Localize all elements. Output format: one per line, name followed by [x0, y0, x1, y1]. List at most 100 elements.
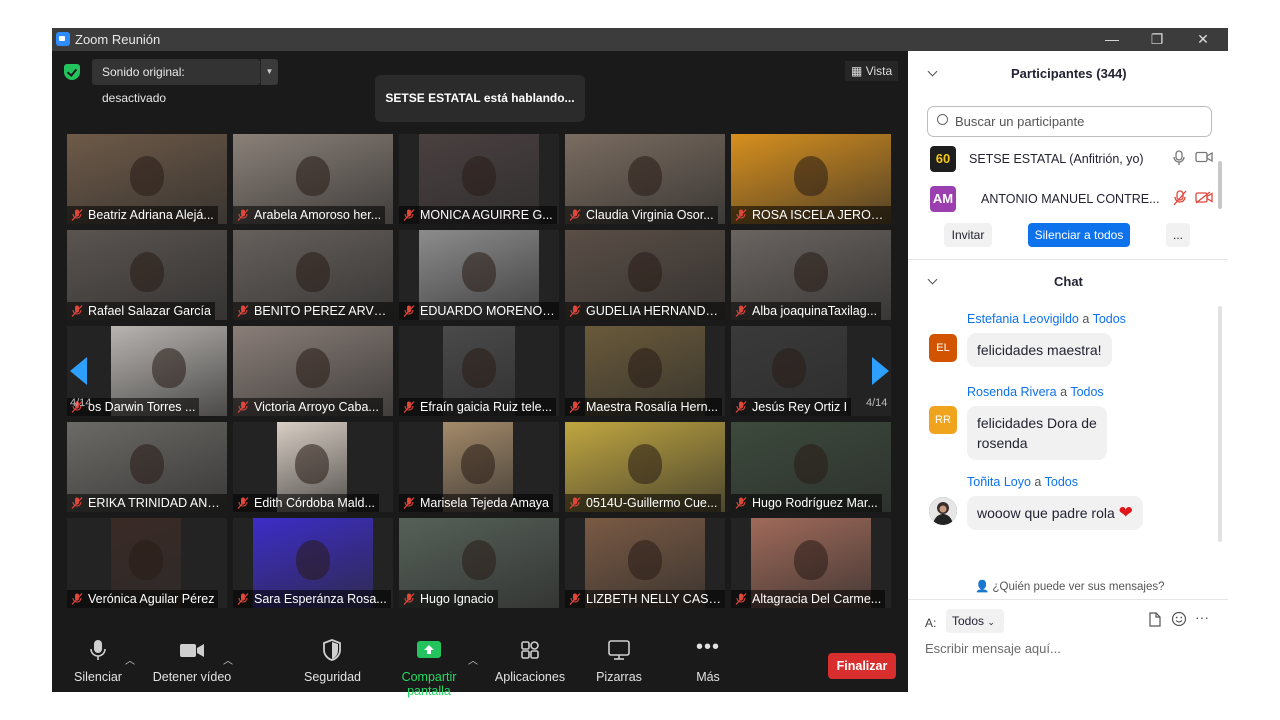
participant-search-input[interactable]: Buscar un participante: [927, 106, 1212, 137]
chat-sender[interactable]: Rosenda Rivera: [967, 385, 1057, 399]
chat-message-line: felicidades Dora de: [977, 415, 1097, 431]
apps-icon: [492, 638, 568, 662]
apps-button[interactable]: Aplicaciones: [492, 638, 568, 684]
muted-mic-icon: [403, 305, 415, 317]
chat-message-header: Estefania Leovigildo a Todos: [967, 312, 1126, 326]
video-tile[interactable]: Victoria Arroyo Caba...: [233, 326, 393, 416]
chat-to-word: a: [1060, 385, 1068, 399]
participant-name-label: Rafael Salazar García: [67, 302, 215, 320]
participant-avatar: AM: [930, 186, 956, 212]
chat-recipient[interactable]: Todos: [1093, 312, 1126, 326]
chat-message-bubble[interactable]: felicidades Dora de rosenda: [967, 406, 1107, 460]
share-screen-button[interactable]: Compartir pantalla: [379, 638, 479, 698]
participant-silhouette: [462, 540, 496, 580]
security-button[interactable]: Seguridad: [304, 638, 361, 684]
stop-video-button[interactable]: Detener vídeo: [152, 638, 232, 684]
chat-compose-input[interactable]: Escribir mensaje aquí...: [925, 641, 1061, 656]
video-tile[interactable]: MONICA AGUIRRE G...: [399, 134, 559, 224]
muted-mic-icon: [569, 497, 581, 509]
participant-silhouette: [628, 348, 662, 388]
video-tile[interactable]: Marisela Tejeda Amaya: [399, 422, 559, 512]
share-options-caret-icon[interactable]: ︿: [468, 652, 478, 667]
recipient-dropdown[interactable]: Todos ⌄: [946, 609, 1004, 633]
video-tile[interactable]: Hugo Ignacio: [399, 518, 559, 608]
video-tile[interactable]: Edith Córdoba Mald...: [233, 422, 393, 512]
original-sound-dropdown[interactable]: ▼: [260, 59, 278, 85]
participant-name-label: ERIKA TRINIDAD AND...: [67, 494, 227, 512]
who-can-see-link[interactable]: 👤 ¿Quién puede ver sus mensajes?: [975, 579, 1165, 593]
prev-page-arrow-icon[interactable]: [70, 357, 87, 385]
participant-silhouette: [462, 348, 496, 388]
video-tile[interactable]: GUDELIA HERNANDE...: [565, 230, 725, 320]
more-button[interactable]: ••• Más: [688, 637, 728, 684]
muted-mic-icon: [71, 305, 83, 317]
next-page-arrow-icon[interactable]: [872, 357, 889, 385]
chat-scrollbar[interactable]: [1218, 306, 1222, 542]
participants-more-button[interactable]: ...: [1166, 223, 1190, 247]
chat-message-bubble[interactable]: felicidades maestra!: [967, 333, 1112, 367]
video-tile[interactable]: BENITO PEREZ ARVIZU: [233, 230, 393, 320]
chat-message-header: Rosenda Rivera a Todos: [967, 385, 1104, 399]
restore-button[interactable]: ❐: [1137, 29, 1177, 49]
close-button[interactable]: ✕: [1183, 29, 1223, 49]
share-screen-icon: [379, 638, 479, 662]
invite-button[interactable]: Invitar: [944, 223, 992, 247]
video-tile[interactable]: Claudia Virginia Osor...: [565, 134, 725, 224]
chat-more-icon[interactable]: ···: [1195, 609, 1209, 625]
video-tile[interactable]: Arabela Amoroso her...: [233, 134, 393, 224]
whiteboards-button[interactable]: Pizarras: [592, 638, 646, 684]
heart-emoji-icon: ❤: [1118, 503, 1133, 522]
video-tile[interactable]: Beatriz Adriana Alejá...: [67, 134, 227, 224]
video-tile[interactable]: Rafael Salazar García: [67, 230, 227, 320]
video-options-caret-icon[interactable]: ︿: [223, 652, 233, 667]
video-tile[interactable]: Efraín gaicia Ruiz tele...: [399, 326, 559, 416]
minimize-button[interactable]: —: [1092, 29, 1132, 49]
mute-button[interactable]: Silenciar: [72, 638, 124, 684]
participant-video-icon[interactable]: [1195, 151, 1213, 166]
video-tile[interactable]: ERIKA TRINIDAD AND...: [67, 422, 227, 512]
view-label: Vista: [865, 64, 893, 78]
audio-options-caret-icon[interactable]: ︿: [125, 652, 135, 667]
video-tile[interactable]: Alba joaquinaTaxilag...: [731, 230, 891, 320]
participant-silhouette: [628, 444, 662, 484]
view-button[interactable]: ▦ Vista: [845, 61, 899, 81]
muted-mic-icon: [237, 593, 249, 605]
participant-video-off-icon[interactable]: [1195, 191, 1213, 207]
chevron-down-icon: ⌄: [987, 617, 995, 627]
video-tile[interactable]: ROSA ISCELA JERONI...: [731, 134, 891, 224]
muted-mic-icon: [237, 497, 249, 509]
video-tile[interactable]: Altagracia Del Carme...: [731, 518, 891, 608]
mute-all-button[interactable]: Silenciar a todos: [1028, 223, 1130, 247]
participant-name-label: GUDELIA HERNANDE...: [565, 302, 725, 320]
participant-silhouette: [794, 252, 828, 292]
participant-row[interactable]: AM ANTONIO MANUEL CONTRE...: [930, 186, 1220, 216]
chat-sender[interactable]: Toñita Loyo: [967, 475, 1031, 489]
microphone-icon: [72, 638, 124, 662]
chat-recipient[interactable]: Todos: [1070, 385, 1103, 399]
video-tile[interactable]: 0514U-Guillermo Cue...: [565, 422, 725, 512]
video-tile[interactable]: Sara Esperánza Rosa...: [233, 518, 393, 608]
collapse-participants-chevron-icon[interactable]: [927, 66, 938, 77]
end-meeting-button[interactable]: Finalizar: [828, 653, 896, 679]
video-tile[interactable]: Verónica Aguilar Pérez: [67, 518, 227, 608]
chat-recipient[interactable]: Todos: [1045, 475, 1078, 489]
original-sound-button[interactable]: Sonido original: desactivado: [92, 59, 260, 105]
file-icon[interactable]: [1149, 612, 1161, 632]
stop-video-label: Detener vídeo: [152, 670, 232, 684]
chat-message-bubble[interactable]: wooow que padre rola ❤: [967, 496, 1143, 530]
participants-scrollbar[interactable]: [1218, 161, 1222, 209]
collapse-chat-chevron-icon[interactable]: [927, 274, 938, 285]
encryption-shield-icon[interactable]: [64, 64, 80, 80]
video-tile[interactable]: Hugo Rodríguez Mar...: [731, 422, 891, 512]
video-tile[interactable]: LIZBETH NELLY CASTI...: [565, 518, 725, 608]
participant-row-host[interactable]: 60 SETSE ESTATAL (Anfitrión, yo): [930, 146, 1220, 176]
participant-muted-mic-icon[interactable]: [1173, 190, 1187, 209]
video-tile[interactable]: EDUARDO MORENO ...: [399, 230, 559, 320]
participant-mic-icon[interactable]: [1173, 150, 1185, 169]
emoji-icon[interactable]: [1171, 611, 1187, 632]
participant-name-label: EDUARDO MORENO ...: [399, 302, 559, 320]
chat-message-line: rosenda: [977, 435, 1028, 451]
chat-sender[interactable]: Estefania Leovigildo: [967, 312, 1079, 326]
video-tile[interactable]: Maestra Rosalía Hern...: [565, 326, 725, 416]
apps-label: Aplicaciones: [494, 670, 566, 684]
